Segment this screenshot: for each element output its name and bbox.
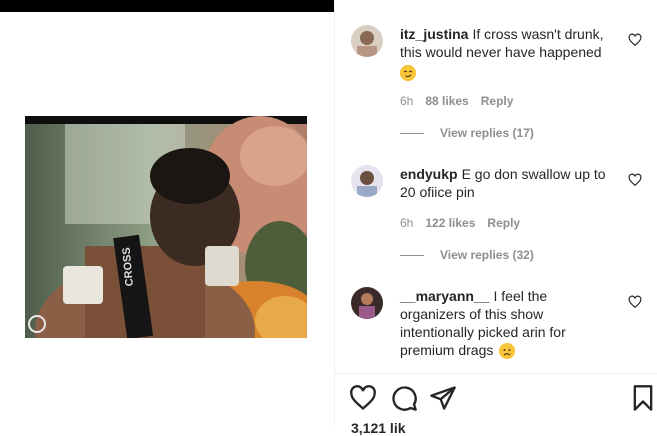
heart-icon[interactable] — [628, 33, 642, 47]
comment-item: itz_justina If cross wasn't drunk, this w… — [351, 25, 643, 145]
comment-item: endyukp E go don swallow up to 20 ofiice … — [351, 165, 643, 265]
media-pane: CROSS — [0, 12, 334, 426]
comment-time[interactable]: 6h — [400, 94, 413, 108]
comment-likes[interactable]: 122 likes — [425, 216, 475, 230]
bookmark-icon[interactable] — [629, 384, 657, 412]
comments-list[interactable]: itz_justina If cross wasn't drunk, this w… — [335, 0, 657, 373]
reply-button[interactable]: Reply — [481, 94, 514, 108]
heart-icon[interactable] — [628, 295, 642, 309]
like-heart-icon[interactable] — [349, 384, 377, 412]
avatar[interactable] — [351, 25, 383, 57]
comment-body: endyukp E go don swallow up to 20 ofiice … — [400, 165, 612, 201]
replies-divider-line — [400, 132, 424, 134]
reply-button[interactable]: Reply — [487, 216, 520, 230]
top-black-bar — [0, 0, 334, 12]
heart-icon[interactable] — [628, 173, 642, 187]
view-replies-label: View replies (32) — [440, 248, 534, 262]
post-actions: 3,121 lik — [335, 374, 657, 436]
likes-count[interactable]: 3,121 lik — [351, 420, 406, 436]
comment-time[interactable]: 6h — [400, 216, 413, 230]
replies-divider-line — [400, 254, 424, 256]
comment-username[interactable]: __maryann__ — [400, 288, 490, 304]
view-replies[interactable]: View replies (17) — [400, 126, 534, 140]
video-frame-illustration: CROSS — [25, 116, 307, 338]
comment-meta: 6h 88 likes Reply — [400, 94, 513, 108]
comment-likes[interactable]: 88 likes — [425, 94, 468, 108]
comment-body: __maryann__ I feel the organizers of this… — [400, 287, 612, 360]
comment-username[interactable]: itz_justina — [400, 26, 468, 42]
post-video[interactable]: CROSS — [25, 116, 307, 338]
share-paper-plane-icon[interactable] — [429, 384, 457, 412]
avatar[interactable] — [351, 287, 383, 319]
view-replies-label: View replies (17) — [440, 126, 534, 140]
disappointed-face-icon — [499, 343, 516, 360]
comment-body: itz_justina If cross wasn't drunk, this w… — [400, 25, 612, 82]
comment-username[interactable]: endyukp — [400, 166, 458, 182]
avatar[interactable] — [351, 165, 383, 197]
comment-item: __maryann__ I feel the organizers of this… — [351, 287, 643, 373]
smirk-face-icon — [400, 65, 416, 82]
view-replies[interactable]: View replies (32) — [400, 248, 534, 262]
comment-bubble-icon[interactable] — [390, 384, 418, 412]
comment-meta: 6h 122 likes Reply — [400, 216, 520, 230]
